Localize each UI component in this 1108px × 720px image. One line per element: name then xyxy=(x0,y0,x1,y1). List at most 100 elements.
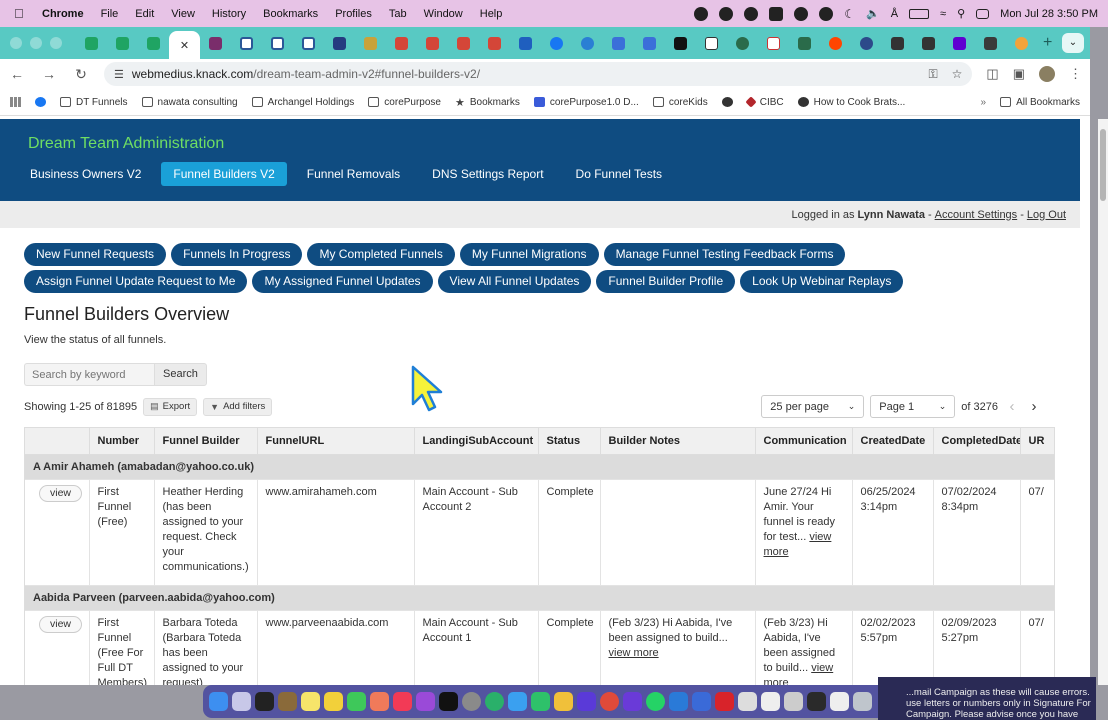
browser-tab[interactable] xyxy=(200,30,231,56)
profile-avatar[interactable] xyxy=(1039,66,1055,82)
bluetooth-icon[interactable]: Å xyxy=(891,8,898,20)
view-more-link[interactable]: view more xyxy=(609,647,659,659)
browser-tab[interactable] xyxy=(603,30,634,56)
column-header[interactable]: Communication xyxy=(755,428,853,455)
browser-tab[interactable] xyxy=(851,30,882,56)
browser-tab[interactable] xyxy=(541,30,572,56)
extensions-icon[interactable]: ◫ xyxy=(986,66,998,82)
column-header[interactable]: Number xyxy=(89,428,155,455)
facebook-icon[interactable] xyxy=(35,97,46,107)
search-icon[interactable]: ⚲ xyxy=(957,7,965,20)
column-header[interactable]: Funnel Builder xyxy=(154,428,258,455)
stickies-icon[interactable] xyxy=(324,692,343,711)
page-select[interactable]: Page 1 ⌄ xyxy=(870,395,956,418)
nav-funnel-builders[interactable]: Funnel Builders V2 xyxy=(161,162,287,186)
chrome-icon[interactable] xyxy=(600,692,619,711)
nav-business-owners[interactable]: Business Owners V2 xyxy=(18,162,153,186)
tray-app-icon[interactable] xyxy=(819,6,834,21)
more-bookmarks-icon[interactable]: » xyxy=(981,97,987,108)
funnel-builder-profile-button[interactable]: Funnel Builder Profile xyxy=(596,270,736,293)
column-header[interactable]: CreatedDate xyxy=(852,428,934,455)
bookmark-item[interactable]: ★ Bookmarks xyxy=(455,96,520,109)
menu-help[interactable]: Help xyxy=(480,8,503,20)
browser-tab[interactable] xyxy=(696,30,727,56)
my-completed-funnels-button[interactable]: My Completed Funnels xyxy=(307,243,455,266)
nav-dns-settings-report[interactable]: DNS Settings Report xyxy=(420,162,555,186)
tray-app-icon[interactable] xyxy=(744,6,759,21)
browser-tab[interactable] xyxy=(634,30,665,56)
column-header[interactable]: Status xyxy=(538,428,601,455)
browser-tab[interactable] xyxy=(231,30,262,56)
my-funnel-migrations-button[interactable]: My Funnel Migrations xyxy=(459,243,599,266)
browser-tab[interactable] xyxy=(1006,30,1037,56)
app-icon[interactable] xyxy=(278,692,297,711)
bookmark-star-icon[interactable]: ☆ xyxy=(952,67,963,82)
column-header[interactable]: UR xyxy=(1020,428,1054,455)
music-icon[interactable] xyxy=(393,692,412,711)
nav-funnel-removals[interactable]: Funnel Removals xyxy=(295,162,412,186)
browser-tab[interactable] xyxy=(789,30,820,56)
app-icon[interactable] xyxy=(784,692,803,711)
tv-icon[interactable] xyxy=(439,692,458,711)
bookmark-item[interactable]: corePurpose1.0 D... xyxy=(533,97,639,108)
tray-app-icon[interactable] xyxy=(769,6,784,21)
address-bar[interactable]: ☰ webmedius.knack.com/dream-team-admin-v… xyxy=(104,62,973,86)
tray-app-icon[interactable] xyxy=(694,6,709,21)
browser-tab[interactable] xyxy=(727,30,758,56)
browser-tab[interactable] xyxy=(293,30,324,56)
site-icon[interactable] xyxy=(721,97,733,107)
app-icon[interactable] xyxy=(508,692,527,711)
close-tab-icon[interactable]: ✕ xyxy=(180,39,189,52)
app-icon[interactable] xyxy=(738,692,757,711)
back-arrow-icon[interactable]: ← xyxy=(8,66,26,82)
finder-icon[interactable] xyxy=(209,692,228,711)
moon-icon[interactable]: ☾ xyxy=(844,7,855,21)
site-info-icon[interactable]: ☰ xyxy=(114,68,124,81)
view-button[interactable]: view xyxy=(39,484,83,502)
photos-icon[interactable] xyxy=(370,692,389,711)
apple-icon[interactable]:  xyxy=(14,6,28,21)
menu-tab[interactable]: Tab xyxy=(389,8,407,20)
browser-tab[interactable] xyxy=(913,30,944,56)
tray-app-icon[interactable] xyxy=(794,6,809,21)
zoom-window-button[interactable] xyxy=(50,37,62,49)
sidebar-icon[interactable]: ▣ xyxy=(1013,66,1025,82)
settings-icon[interactable] xyxy=(462,692,481,711)
bookmark-item[interactable]: Archangel Holdings xyxy=(251,97,354,108)
app-icon[interactable] xyxy=(485,692,504,711)
volume-icon[interactable]: 🔈 xyxy=(866,7,880,20)
app-icon[interactable] xyxy=(761,692,780,711)
bookmark-item[interactable]: DT Funnels xyxy=(60,97,128,108)
forward-arrow-icon[interactable]: → xyxy=(40,66,58,82)
scrollbar-thumb[interactable] xyxy=(1100,129,1106,201)
browser-tab[interactable] xyxy=(944,30,975,56)
column-header[interactable]: FunnelURL xyxy=(257,428,415,455)
app-icon[interactable] xyxy=(830,692,849,711)
browser-tab-active[interactable]: ✕ xyxy=(169,31,200,59)
battery-icon[interactable] xyxy=(909,8,930,19)
browser-tab[interactable] xyxy=(107,30,138,56)
app-icon[interactable] xyxy=(807,692,826,711)
all-bookmarks[interactable]: All Bookmarks xyxy=(1000,97,1080,108)
menubar-clock[interactable]: Mon Jul 28 3:50 PM xyxy=(1000,8,1098,20)
notes-icon[interactable] xyxy=(301,692,320,711)
bookmark-item[interactable]: coreKids xyxy=(652,97,708,108)
url-text[interactable]: webmedius.knack.com/dream-team-admin-v2#… xyxy=(132,67,480,81)
browser-tab[interactable] xyxy=(510,30,541,56)
view-button[interactable]: view xyxy=(39,615,83,633)
podcasts-icon[interactable] xyxy=(416,692,435,711)
browser-tab[interactable] xyxy=(138,30,169,56)
next-page-icon[interactable]: › xyxy=(1026,398,1042,415)
browser-tab[interactable] xyxy=(324,30,355,56)
app-icon[interactable] xyxy=(669,692,688,711)
page-scrollbar[interactable] xyxy=(1098,119,1108,685)
my-assigned-updates-button[interactable]: My Assigned Funnel Updates xyxy=(252,270,433,293)
assign-funnel-update-button[interactable]: Assign Funnel Update Request to Me xyxy=(24,270,248,293)
bookmark-item[interactable]: nawata consulting xyxy=(141,97,238,108)
browser-tab[interactable] xyxy=(386,30,417,56)
nav-do-funnel-tests[interactable]: Do Funnel Tests xyxy=(564,162,675,186)
column-header[interactable]: Builder Notes xyxy=(600,428,756,455)
column-header[interactable]: LandingiSubAccount xyxy=(414,428,539,455)
app-icon[interactable] xyxy=(692,692,711,711)
app-title[interactable]: Dream Team Administration xyxy=(28,135,1052,153)
